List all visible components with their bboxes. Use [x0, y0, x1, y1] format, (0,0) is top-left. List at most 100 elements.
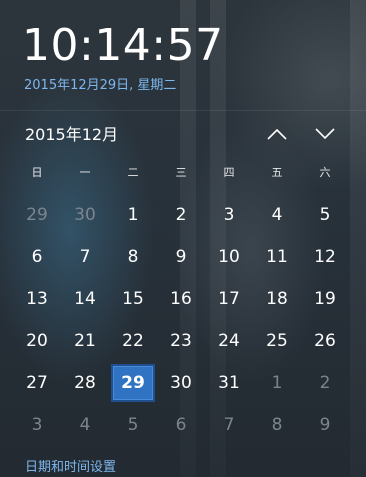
calendar-day-number: 5: [127, 415, 139, 435]
calendar-day-number: 18: [266, 289, 288, 309]
calendar-day[interactable]: 26: [301, 320, 349, 362]
calendar-day-number: 1: [127, 205, 139, 225]
calendar-day[interactable]: 7: [205, 404, 253, 446]
calendar-day[interactable]: 2: [301, 362, 349, 404]
calendar-day[interactable]: 8: [253, 404, 301, 446]
calendar-day[interactable]: 24: [205, 320, 253, 362]
calendar-day-number: 5: [319, 205, 331, 225]
calendar-day[interactable]: 30: [157, 362, 205, 404]
calendar-day[interactable]: 3: [205, 194, 253, 236]
calendar-day-number: 26: [314, 331, 336, 351]
calendar-day-number: 4: [79, 415, 91, 435]
calendar-day[interactable]: 17: [205, 278, 253, 320]
calendar-day[interactable]: 14: [61, 278, 109, 320]
calendar-day-number: 8: [127, 247, 139, 267]
clock-calendar-flyout: 10:14:57 2015年12月29日, 星期二 2015年12月 日 一 二…: [0, 0, 366, 477]
calendar-day[interactable]: 1: [109, 194, 157, 236]
calendar-day[interactable]: 1: [253, 362, 301, 404]
calendar-day[interactable]: 4: [61, 404, 109, 446]
calendar-day-grid: 29 30 1 2 3 4 5 6 7 8 9 10 11 12 13 14 15 16 17 18 19 20 21 22 2…: [13, 194, 349, 446]
calendar-day-number: 12: [314, 247, 336, 267]
calendar-day-number: 10: [218, 247, 240, 267]
calendar-day[interactable]: 7: [61, 236, 109, 278]
calendar-day-number: 2: [319, 373, 331, 393]
calendar-day[interactable]: 27: [13, 362, 61, 404]
calendar-day[interactable]: 6: [157, 404, 205, 446]
weekday-label: 三: [175, 166, 187, 179]
next-month-button[interactable]: [311, 122, 339, 146]
calendar-day[interactable]: 16: [157, 278, 205, 320]
weekday-label: 四: [223, 166, 235, 179]
calendar-day-number: 6: [175, 415, 187, 435]
date-time-settings-link[interactable]: 日期和时间设置: [25, 459, 116, 477]
full-date-link[interactable]: 2015年12月29日, 星期二: [24, 77, 176, 95]
calendar-day-number: 7: [79, 247, 91, 267]
calendar-day-number: 30: [170, 373, 192, 393]
calendar-day-number: 28: [74, 373, 96, 393]
calendar-day-number: 8: [271, 415, 283, 435]
month-title[interactable]: 2015年12月: [25, 124, 118, 146]
calendar-day-number: 15: [122, 289, 144, 309]
calendar-day[interactable]: 30: [61, 194, 109, 236]
calendar-day[interactable]: 11: [253, 236, 301, 278]
calendar-day[interactable]: 5: [301, 194, 349, 236]
calendar-day-number: 19: [314, 289, 336, 309]
calendar-day[interactable]: 29: [13, 194, 61, 236]
calendar-day-number: 1: [271, 373, 283, 393]
calendar-day-number: 7: [223, 415, 235, 435]
calendar-day[interactable]: 15: [109, 278, 157, 320]
calendar-day-number: 17: [218, 289, 240, 309]
calendar-day-number: 23: [170, 331, 192, 351]
calendar-day-number: 9: [319, 415, 331, 435]
calendar-day[interactable]: 31: [205, 362, 253, 404]
calendar-day-number: 13: [26, 289, 48, 309]
calendar-day[interactable]: 9: [157, 236, 205, 278]
divider: [0, 110, 366, 111]
calendar-day[interactable]: 18: [253, 278, 301, 320]
calendar-day-number: 3: [31, 415, 43, 435]
calendar-day[interactable]: 21: [61, 320, 109, 362]
calendar-day-number: 29: [121, 373, 145, 393]
calendar-day[interactable]: 4: [253, 194, 301, 236]
calendar-day-number: 16: [170, 289, 192, 309]
calendar-day[interactable]: 13: [13, 278, 61, 320]
calendar-day[interactable]: 22: [109, 320, 157, 362]
calendar-day[interactable]: 9: [301, 404, 349, 446]
weekday-label: 日: [31, 166, 43, 179]
calendar-day[interactable]: 8: [109, 236, 157, 278]
calendar-day-number: 3: [223, 205, 235, 225]
chevron-up-icon: [267, 128, 287, 140]
calendar-day-number: 2: [175, 205, 187, 225]
calendar-day[interactable]: 2: [157, 194, 205, 236]
calendar-day-number: 24: [218, 331, 240, 351]
calendar-day-number: 20: [26, 331, 48, 351]
calendar-day-number: 25: [266, 331, 288, 351]
previous-month-button[interactable]: [263, 122, 291, 146]
calendar-day-number: 27: [26, 373, 48, 393]
calendar-day-number: 4: [271, 205, 283, 225]
calendar-day-number: 9: [175, 247, 187, 267]
calendar-day[interactable]: 12: [301, 236, 349, 278]
calendar-day[interactable]: 6: [13, 236, 61, 278]
calendar-day[interactable]: 3: [13, 404, 61, 446]
calendar-day-number: 31: [218, 373, 240, 393]
calendar-day[interactable]: 25: [253, 320, 301, 362]
calendar-day[interactable]: 5: [109, 404, 157, 446]
weekday-header: 日 一 二 三 四 五 六: [13, 164, 349, 182]
calendar-day[interactable]: 19: [301, 278, 349, 320]
weekday-label: 二: [127, 166, 139, 179]
weekday-label: 五: [271, 166, 283, 179]
calendar-day-number: 29: [26, 205, 48, 225]
calendar-day[interactable]: 23: [157, 320, 205, 362]
calendar-day[interactable]: 20: [13, 320, 61, 362]
calendar-day[interactable]: 10: [205, 236, 253, 278]
calendar-day-today[interactable]: 29: [109, 362, 157, 404]
calendar-day[interactable]: 28: [61, 362, 109, 404]
calendar-day-number: 22: [122, 331, 144, 351]
calendar-day-number: 11: [266, 247, 288, 267]
weekday-label: 六: [319, 166, 331, 179]
calendar-day-number: 30: [74, 205, 96, 225]
clock-time: 10:14:57: [22, 20, 224, 71]
chevron-down-icon: [315, 128, 335, 140]
calendar-day-number: 14: [74, 289, 96, 309]
